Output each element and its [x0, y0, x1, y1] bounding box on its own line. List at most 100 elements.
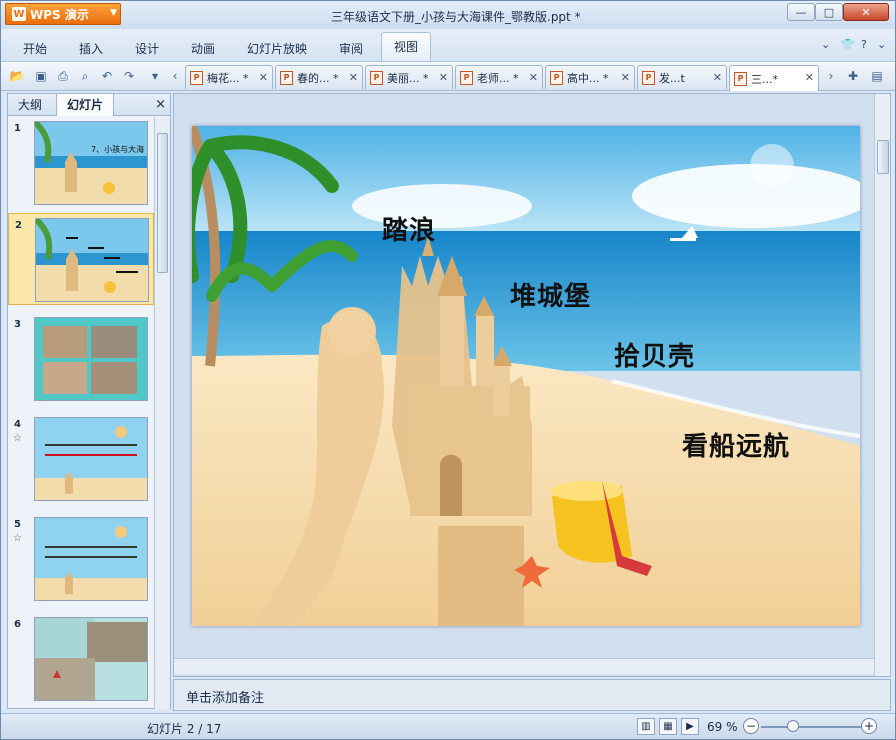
doc-tab-active[interactable]: P 三...* ✕ — [729, 65, 819, 91]
doc-tab-label: 老师... * — [477, 71, 519, 85]
thumbnail-image[interactable]: 7、小孩与大海 — [34, 121, 148, 205]
slide-sorter-icon[interactable]: ▦ — [659, 718, 677, 735]
zoom-slider-handle[interactable] — [787, 720, 799, 732]
thumbnail-row[interactable]: 3 — [8, 313, 154, 405]
ppt-file-icon: P — [734, 71, 747, 86]
tab-slides[interactable]: 幻灯片 — [56, 94, 115, 116]
thumbnail-number: 5 — [14, 519, 21, 530]
slide-text-item[interactable]: 堆城堡 — [510, 276, 591, 313]
notes-pane[interactable]: 单击添加备注 — [173, 679, 891, 711]
doc-tab[interactable]: P 发...t ✕ — [637, 65, 727, 89]
close-tab-icon[interactable]: ✕ — [529, 71, 538, 84]
normal-view-icon[interactable]: ▥ — [637, 718, 655, 735]
doc-tab-label: 美丽... * — [387, 71, 429, 85]
menu-bar: 开始 插入 设计 动画 幻灯片放映 审阅 视图 ⌄ 👕 ? ⌄ — [1, 29, 895, 61]
zoom-out-button[interactable]: − — [743, 718, 759, 734]
slide-canvas[interactable]: 踏浪 堆城堡 拾贝壳 看船远航 — [192, 126, 860, 626]
window-title: 三年级语文下册_小孩与大海课件_鄂教版.ppt * — [331, 10, 581, 24]
close-tab-icon[interactable]: ✕ — [349, 71, 358, 84]
thumbnail-row[interactable]: 4 ☆ — [8, 413, 154, 505]
open-folder-icon[interactable]: 📂 — [9, 68, 25, 84]
thumbnail-row[interactable]: 1 7、小孩与大海 — [8, 117, 154, 209]
menu-review[interactable]: 审阅 — [339, 40, 363, 57]
menu-design[interactable]: 设计 — [135, 40, 159, 57]
menu-insert[interactable]: 插入 — [79, 40, 103, 57]
slide-count: 幻灯片 2 / 17 — [147, 722, 222, 736]
ppt-file-icon: P — [460, 70, 473, 85]
thumbnail-number: 6 — [14, 619, 21, 630]
thumbnail-number: 2 — [15, 220, 22, 231]
minimize-button[interactable]: — — [787, 3, 815, 21]
slides-panel: 大纲 幻灯片 × 1 7、小孩与大海 2 3 4 ☆ 5 ☆ 6 — [7, 93, 171, 709]
doc-tab[interactable]: P 高中... * ✕ — [545, 65, 635, 89]
thumbnail-image[interactable] — [34, 317, 148, 401]
print-icon[interactable]: ⎙ — [55, 68, 71, 84]
doc-tab[interactable]: P 春的... * ✕ — [275, 65, 363, 89]
thumbnail-list: 1 7、小孩与大海 2 3 4 ☆ 5 ☆ 6 — [8, 117, 154, 709]
notes-placeholder[interactable]: 单击添加备注 — [186, 687, 264, 706]
horizontal-scrollbar[interactable] — [174, 658, 874, 674]
slide-text-item[interactable]: 踏浪 — [382, 210, 436, 247]
thumbnail-row[interactable]: 5 ☆ — [8, 513, 154, 605]
animation-star-icon: ☆ — [13, 533, 22, 544]
new-tab-icon[interactable]: ✚ — [845, 68, 861, 84]
thumbnail-image[interactable] — [35, 218, 149, 302]
more-icon[interactable]: ⌄ — [877, 38, 886, 51]
close-button[interactable]: ✕ — [843, 3, 889, 21]
close-tab-icon[interactable]: ✕ — [621, 71, 630, 84]
doc-tab[interactable]: P 老师... * ✕ — [455, 65, 543, 89]
thumbnail-image[interactable] — [34, 417, 148, 501]
chevron-down-icon: ▼ — [110, 8, 117, 18]
shirt-skin-icon[interactable]: 👕 — [841, 38, 855, 51]
animation-star-icon: ☆ — [13, 433, 22, 444]
close-tab-icon[interactable]: ✕ — [805, 71, 814, 84]
app-menu-button[interactable]: W WPS 演示 ▼ — [5, 3, 121, 25]
slide-text-item[interactable]: 拾贝壳 — [614, 336, 695, 373]
thumbnail-row-selected[interactable]: 2 — [8, 213, 154, 305]
redo-icon[interactable]: ↷ — [121, 68, 137, 84]
print-preview-icon[interactable]: ⌕ — [77, 68, 93, 84]
ppt-file-icon: P — [190, 70, 203, 85]
thumbnail-title: 7、小孩与大海 — [91, 144, 144, 154]
vertical-scrollbar[interactable] — [874, 94, 890, 676]
close-tab-icon[interactable]: ✕ — [259, 71, 268, 84]
slide-text-item[interactable]: 看船远航 — [682, 426, 790, 463]
menu-view[interactable]: 视图 — [381, 32, 432, 61]
thumbnail-image[interactable] — [34, 517, 148, 601]
tab-scroll-left-icon[interactable]: ‹ — [167, 68, 183, 84]
slide-background — [192, 126, 860, 626]
tab-list-icon[interactable]: ▤ — [869, 68, 885, 84]
thumbnail-image[interactable] — [34, 617, 148, 701]
slideshow-icon[interactable]: ▶ — [681, 718, 699, 735]
close-panel-icon[interactable]: × — [155, 97, 166, 112]
quick-toolbar: 📂 ▣ ⎙ ⌕ ↶ ↷ ▾ ‹ P 梅花... * ✕ P 春的... * ✕ … — [1, 61, 895, 91]
customize-icon[interactable]: ▾ — [147, 68, 163, 84]
thumbnail-row[interactable]: 6 — [8, 613, 154, 705]
undo-icon[interactable]: ↶ — [99, 68, 115, 84]
tab-scroll-right-icon[interactable]: › — [823, 68, 839, 84]
tab-outline[interactable]: 大纲 — [8, 94, 52, 116]
status-bar: 幻灯片 2 / 17 ▥ ▦ ▶ 69 % − + — [1, 713, 895, 739]
save-icon[interactable]: ▣ — [33, 68, 49, 84]
doc-tab[interactable]: P 梅花... * ✕ — [185, 65, 273, 89]
thumbnail-scrollbar[interactable] — [154, 117, 170, 709]
ribbon-collapse-icon[interactable]: ⌄ — [821, 38, 830, 51]
slide-editor: 踏浪 堆城堡 拾贝壳 看船远航 — [173, 93, 891, 677]
close-tab-icon[interactable]: ✕ — [439, 71, 448, 84]
close-tab-icon[interactable]: ✕ — [713, 71, 722, 84]
menu-slideshow[interactable]: 幻灯片放映 — [247, 40, 307, 57]
help-icon[interactable]: ? — [861, 38, 867, 51]
zoom-in-button[interactable]: + — [861, 718, 877, 734]
maximize-button[interactable]: □ — [815, 3, 843, 21]
title-bar: W WPS 演示 ▼ 三年级语文下册_小孩与大海课件_鄂教版.ppt * — □… — [1, 1, 895, 29]
menu-home[interactable]: 开始 — [23, 40, 47, 57]
menu-animation[interactable]: 动画 — [191, 40, 215, 57]
doc-tab-label: 三...* — [751, 72, 778, 86]
doc-tab[interactable]: P 美丽... * ✕ — [365, 65, 453, 89]
scrollbar-thumb[interactable] — [877, 140, 889, 174]
panel-tabs: 大纲 幻灯片 × — [8, 94, 170, 116]
scrollbar-thumb[interactable] — [157, 133, 168, 273]
zoom-level: 69 % — [707, 720, 738, 734]
zoom-slider[interactable] — [761, 726, 861, 728]
ppt-file-icon: P — [280, 70, 293, 85]
